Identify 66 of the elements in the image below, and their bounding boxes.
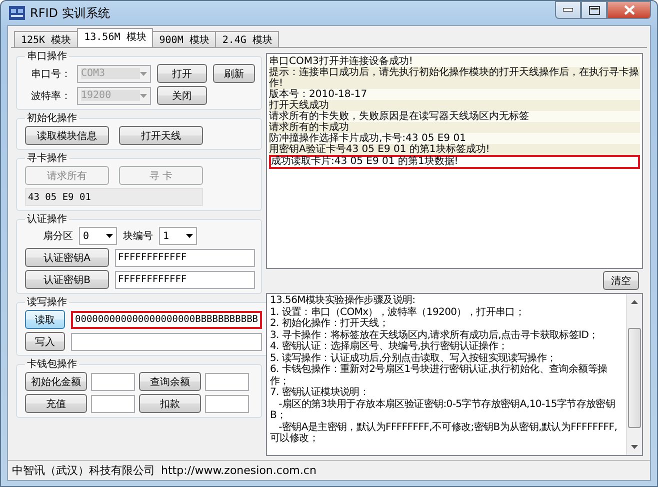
close-button[interactable] xyxy=(607,1,651,19)
write-button[interactable]: 写入 xyxy=(25,332,65,351)
card-id-field: 43 05 E9 01 xyxy=(25,188,203,206)
read-button[interactable]: 读取 xyxy=(25,310,65,329)
open-button[interactable]: 打开 xyxy=(157,64,207,83)
instruction-line: 7. 密钥认证模块说明： xyxy=(270,387,370,398)
scrollbar[interactable] xyxy=(626,294,642,455)
query-balance-button[interactable]: 查询余额 xyxy=(139,372,201,391)
minimize-button[interactable] xyxy=(555,1,581,19)
init-amount-button[interactable]: 初始化金额 xyxy=(25,372,87,391)
window-title: RFID 实训系统 xyxy=(30,4,110,22)
caret-icon xyxy=(186,234,193,238)
instruction-line: 2. 初始化操作：打开天线； xyxy=(270,318,390,330)
data-field[interactable] xyxy=(71,332,262,350)
instruction-line: 5. 读写操作：认证成功后,分别点击读取、写入按钮实现读写操作； xyxy=(270,352,558,364)
instruction-line: 3. 寻卡操作：将标签放在天线场区内,请求所有成功后,点击寻卡获取标签ID； xyxy=(270,330,600,340)
instruction-line: -扇区的第3块用于存放本扇区验证密钥:0-5字节存放密钥A,10-15字节存放密钥B； xyxy=(270,398,616,422)
deduct-button[interactable]: 扣款 xyxy=(139,394,201,413)
tab[interactable]: 900M 模块 xyxy=(152,31,216,47)
tab[interactable]: 13.56M 模块 xyxy=(77,28,154,47)
website-url: http://www.zonesion.com.cn xyxy=(161,464,316,477)
close-icon xyxy=(624,5,634,15)
instruction-line: -密钥A是主密钥，默认为FFFFFFFF,不可修改;密钥B为从密钥,默认为FFFFFFFF,可以修改； xyxy=(270,422,618,444)
amount-field[interactable] xyxy=(91,372,135,390)
field-label: 扇分区 xyxy=(43,230,73,243)
scroll-up-icon[interactable] xyxy=(631,300,638,304)
amount-field[interactable] xyxy=(205,394,249,412)
clear-button[interactable]: 清空 xyxy=(603,271,639,290)
auth-key-button[interactable]: 认证密钥A xyxy=(25,248,109,267)
group-title: 寻卡操作 xyxy=(27,153,67,164)
group-title: 初始化操作 xyxy=(27,113,77,124)
caret-icon xyxy=(140,94,147,98)
sector-dropdown[interactable]: 0 xyxy=(79,227,117,245)
read-info-button[interactable]: 读取模块信息 xyxy=(25,126,109,145)
instruction-line: 4. 密钥认证：选择扇区号、块编号,执行密钥认证操作； xyxy=(270,341,509,352)
group-title: 认证操作 xyxy=(27,214,67,225)
amount-field[interactable] xyxy=(205,372,249,390)
field-label: 块编号 xyxy=(123,230,153,243)
group-title: 串口操作 xyxy=(27,51,67,62)
key-field[interactable]: FFFFFFFFFFFF xyxy=(115,248,255,266)
group-title: 卡钱包操作 xyxy=(27,359,77,370)
instruction-line: 6. 卡钱包操作：重新对2号扇区1号块进行密钥认证,执行初始化、查询余额等操作； xyxy=(270,364,608,386)
instruction-line: 1. 设置：串口（COMx），波特率（19200），打开串口； xyxy=(270,306,526,318)
close-port-button[interactable]: 关闭 xyxy=(157,86,207,105)
minimize-icon xyxy=(563,8,573,12)
caret-icon xyxy=(106,234,113,238)
caret-icon xyxy=(140,72,147,76)
field-label: 串口号： xyxy=(31,68,71,80)
maximize-button[interactable] xyxy=(581,1,607,19)
antenna-button[interactable]: 打开天线 xyxy=(119,126,203,145)
group-title: 读写操作 xyxy=(27,297,67,308)
maximize-icon xyxy=(588,6,600,14)
recharge-button[interactable]: 充值 xyxy=(25,394,87,413)
key-field[interactable]: FFFFFFFFFFFF xyxy=(115,270,255,288)
field-label: 波特率： xyxy=(31,90,71,102)
instruction-line: 13.56M模块实验操作步骤及说明: xyxy=(270,295,416,306)
refresh-button[interactable]: 刷新 xyxy=(213,64,255,83)
block-dropdown[interactable]: 1 xyxy=(159,227,197,245)
scroll-down-icon[interactable] xyxy=(631,445,638,449)
amount-field[interactable] xyxy=(91,394,135,412)
company-name: 中智讯（武汉）科技有限公司 xyxy=(12,463,155,478)
tab[interactable]: 2.4G 模块 xyxy=(215,31,280,47)
auth-key-button[interactable]: 认证密钥B xyxy=(25,270,109,289)
tab[interactable]: 125K 模块 xyxy=(14,31,78,47)
data-field[interactable]: 000000000000000000000BBBBBBBBBBB xyxy=(71,310,262,328)
app-icon xyxy=(9,6,25,20)
